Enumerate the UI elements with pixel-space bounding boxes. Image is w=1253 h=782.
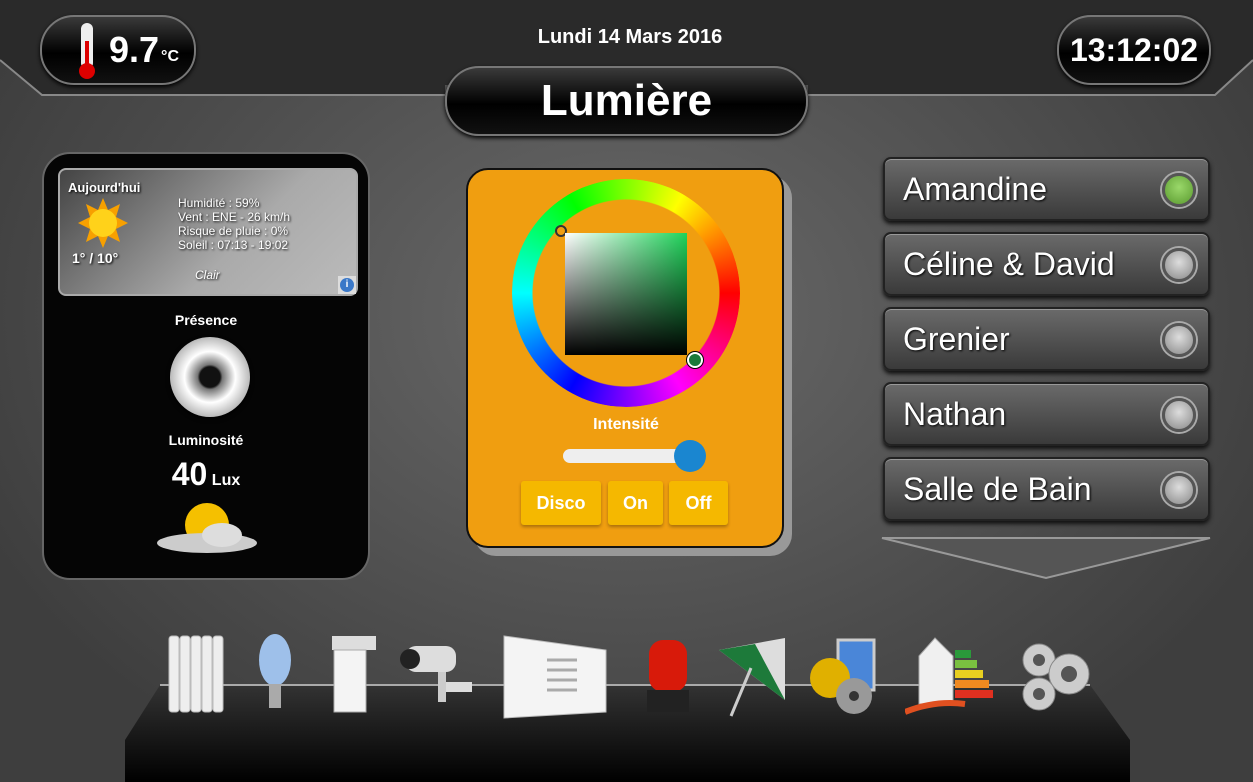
- weather-wind: Vent : ENE - 26 km/h: [178, 210, 291, 224]
- room-label: Céline & David: [903, 245, 1115, 282]
- room-nathan[interactable]: Nathan: [883, 382, 1210, 446]
- page-title: Lumière: [445, 66, 808, 136]
- settings-icon[interactable]: [1015, 630, 1091, 720]
- weather-label: Aujourd'hui: [68, 180, 141, 195]
- on-button[interactable]: On: [608, 481, 663, 525]
- temperature-display: 9.7 °C: [40, 15, 196, 85]
- thermometer-icon: [79, 23, 95, 79]
- disco-button[interactable]: Disco: [521, 481, 601, 525]
- umbrella-icon[interactable]: [715, 630, 791, 720]
- weather-condition: Clair: [195, 268, 220, 282]
- multimedia-icon[interactable]: [808, 630, 880, 720]
- light-bulb-icon[interactable]: [257, 630, 293, 720]
- info-button[interactable]: i: [338, 276, 356, 294]
- status-led-off: [1162, 323, 1196, 357]
- alarm-icon[interactable]: [643, 630, 693, 720]
- room-label: Salle de Bain: [903, 470, 1092, 507]
- info-panel: Aujourd'hui 1° / 10° Humidité : 59% Vent…: [42, 152, 370, 580]
- room-grenier[interactable]: Grenier: [883, 307, 1210, 371]
- camera-icon[interactable]: [398, 630, 478, 720]
- sun-icon: [78, 198, 128, 248]
- color-handle[interactable]: [687, 352, 703, 368]
- gate-icon[interactable]: [502, 630, 610, 720]
- luminosity-value: 40: [171, 456, 208, 492]
- shutter-icon[interactable]: [330, 630, 380, 720]
- presence-sensor-icon: [170, 337, 250, 417]
- radiator-icon[interactable]: [165, 630, 225, 720]
- intensity-slider-knob[interactable]: [674, 440, 706, 472]
- presence-label: Présence: [174, 312, 238, 328]
- partly-cloudy-icon: [157, 503, 257, 553]
- status-led-on: [1162, 173, 1196, 207]
- temperature-unit: °C: [161, 48, 179, 65]
- luminosity-unit: Lux: [211, 472, 241, 489]
- room-celine-david[interactable]: Céline & David: [883, 232, 1210, 296]
- clock: 13:12:02: [1057, 15, 1211, 85]
- off-button[interactable]: Off: [669, 481, 728, 525]
- weather-sun: Soleil : 07:13 - 19:02: [178, 238, 289, 252]
- light-control-panel: Intensité Disco On Off: [466, 168, 784, 548]
- room-label: Amandine: [903, 170, 1048, 207]
- room-salle-de-bain[interactable]: Salle de Bain: [883, 457, 1210, 521]
- weather-rain: Risque de pluie : 0%: [178, 224, 289, 238]
- status-led-off: [1162, 248, 1196, 282]
- saturation-square[interactable]: [565, 233, 687, 355]
- room-amandine[interactable]: Amandine: [883, 157, 1210, 221]
- weather-humidity: Humidité : 59%: [178, 196, 260, 210]
- date: Lundi 14 Mars 2016: [537, 26, 723, 48]
- energy-icon[interactable]: [905, 630, 995, 720]
- scroll-down-arrow-icon[interactable]: [880, 536, 1212, 580]
- status-led-off: [1162, 473, 1196, 507]
- room-label: Grenier: [903, 320, 1010, 357]
- temperature-value: 9.7: [109, 29, 160, 70]
- room-label: Nathan: [903, 395, 1007, 432]
- luminosity-label: Luminosité: [168, 432, 244, 448]
- intensity-label: Intensité: [593, 416, 659, 433]
- info-icon: i: [340, 278, 354, 292]
- status-led-off: [1162, 398, 1196, 432]
- weather-temps: 1° / 10°: [72, 250, 119, 266]
- weather-widget[interactable]: Aujourd'hui 1° / 10° Humidité : 59% Vent…: [58, 168, 358, 296]
